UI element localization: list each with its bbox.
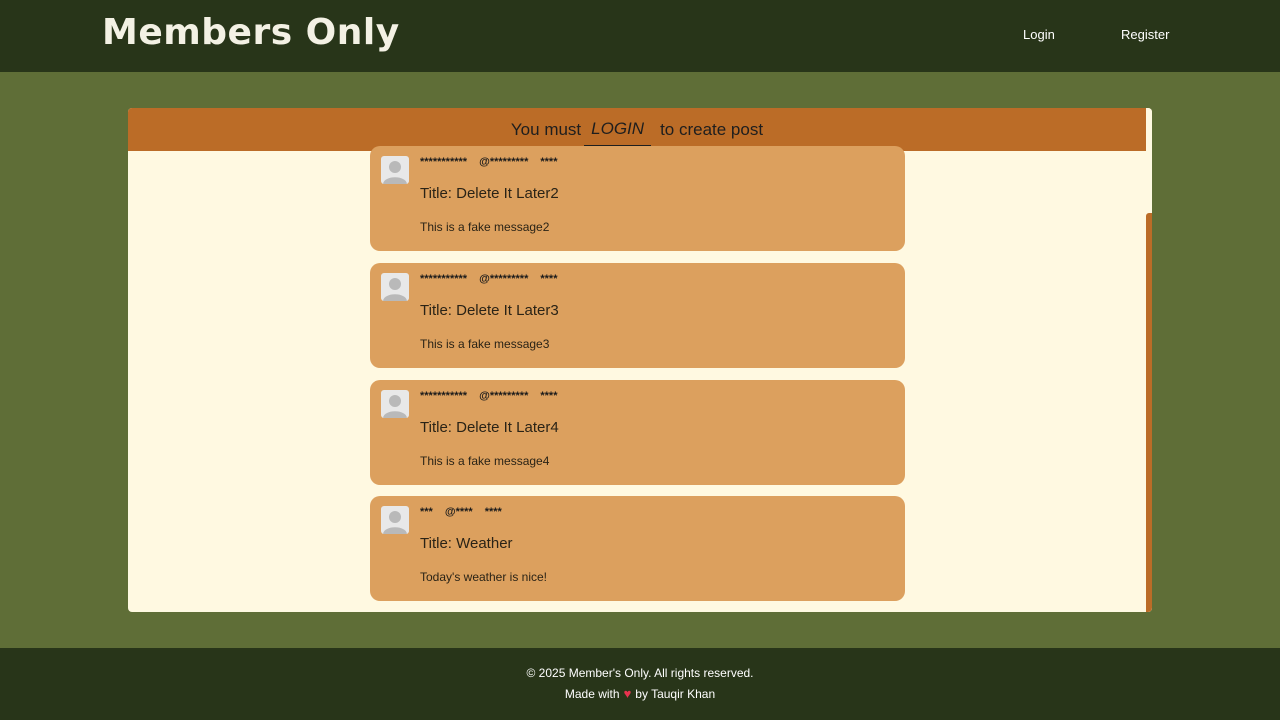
footer-copyright: © 2025 Member's Only. All rights reserve… xyxy=(526,666,754,680)
avatar-icon xyxy=(381,390,409,418)
post-handle: @********* xyxy=(479,156,529,168)
post-title: Title: Weather xyxy=(420,535,513,552)
footer-credit: Made with ♥ by Tauqir Khan xyxy=(0,686,1280,701)
post-body: This is a fake message4 xyxy=(420,454,550,468)
post-date: **** xyxy=(540,156,558,168)
post-meta: *** @**** **** xyxy=(420,506,514,518)
site-logo[interactable]: Members Only xyxy=(102,12,400,53)
avatar-icon xyxy=(381,506,409,534)
footer-made-prefix: Made with xyxy=(564,687,620,701)
post-handle: @**** xyxy=(444,506,473,518)
footer-made-suffix: by Tauqir Khan xyxy=(635,687,716,701)
avatar-icon xyxy=(381,273,409,301)
post-card: *********** @********* **** Title: Delete … xyxy=(370,263,905,368)
post-meta: *********** @********* **** xyxy=(420,390,569,402)
post-date: **** xyxy=(540,273,558,285)
nav-register-link[interactable]: Register xyxy=(1121,27,1169,42)
post-handle: @********* xyxy=(479,273,529,285)
avatar-icon xyxy=(381,156,409,184)
post-author: *********** xyxy=(420,156,468,168)
posts-panel: You must LOGIN to create post **********… xyxy=(128,108,1152,612)
banner-prefix: You must xyxy=(510,119,582,139)
post-title: Title: Delete It Later4 xyxy=(420,419,559,436)
post-date: **** xyxy=(540,390,558,402)
post-title: Title: Delete It Later2 xyxy=(420,185,559,202)
site-footer: © 2025 Member's Only. All rights reserve… xyxy=(0,648,1280,720)
nav-login-link[interactable]: Login xyxy=(1023,27,1055,42)
post-body: This is a fake message2 xyxy=(420,220,550,234)
login-banner: You must LOGIN to create post xyxy=(128,108,1146,151)
banner-login-link[interactable]: LOGIN xyxy=(584,119,652,147)
banner-suffix: to create post xyxy=(660,119,764,139)
post-handle: @********* xyxy=(479,390,529,402)
post-author: *********** xyxy=(420,273,468,285)
post-body: This is a fake message3 xyxy=(420,337,550,351)
scrollbar-thumb[interactable] xyxy=(1146,213,1152,612)
post-card: *********** @********* **** Title: Delete … xyxy=(370,146,905,251)
heart-icon: ♥ xyxy=(623,686,632,701)
post-meta: *********** @********* **** xyxy=(420,273,569,285)
post-body: Today's weather is nice! xyxy=(420,570,548,584)
site-header: Members Only Login Register xyxy=(0,0,1280,72)
post-card: *** @**** **** Title: Weather Today's weat… xyxy=(370,496,905,601)
post-card: *********** @********* **** Title: Delete … xyxy=(370,380,905,485)
post-title: Title: Delete It Later3 xyxy=(420,302,559,319)
post-date: **** xyxy=(484,506,502,518)
post-author: *********** xyxy=(420,390,468,402)
post-author: *** xyxy=(420,506,433,518)
post-meta: *********** @********* **** xyxy=(420,156,569,168)
